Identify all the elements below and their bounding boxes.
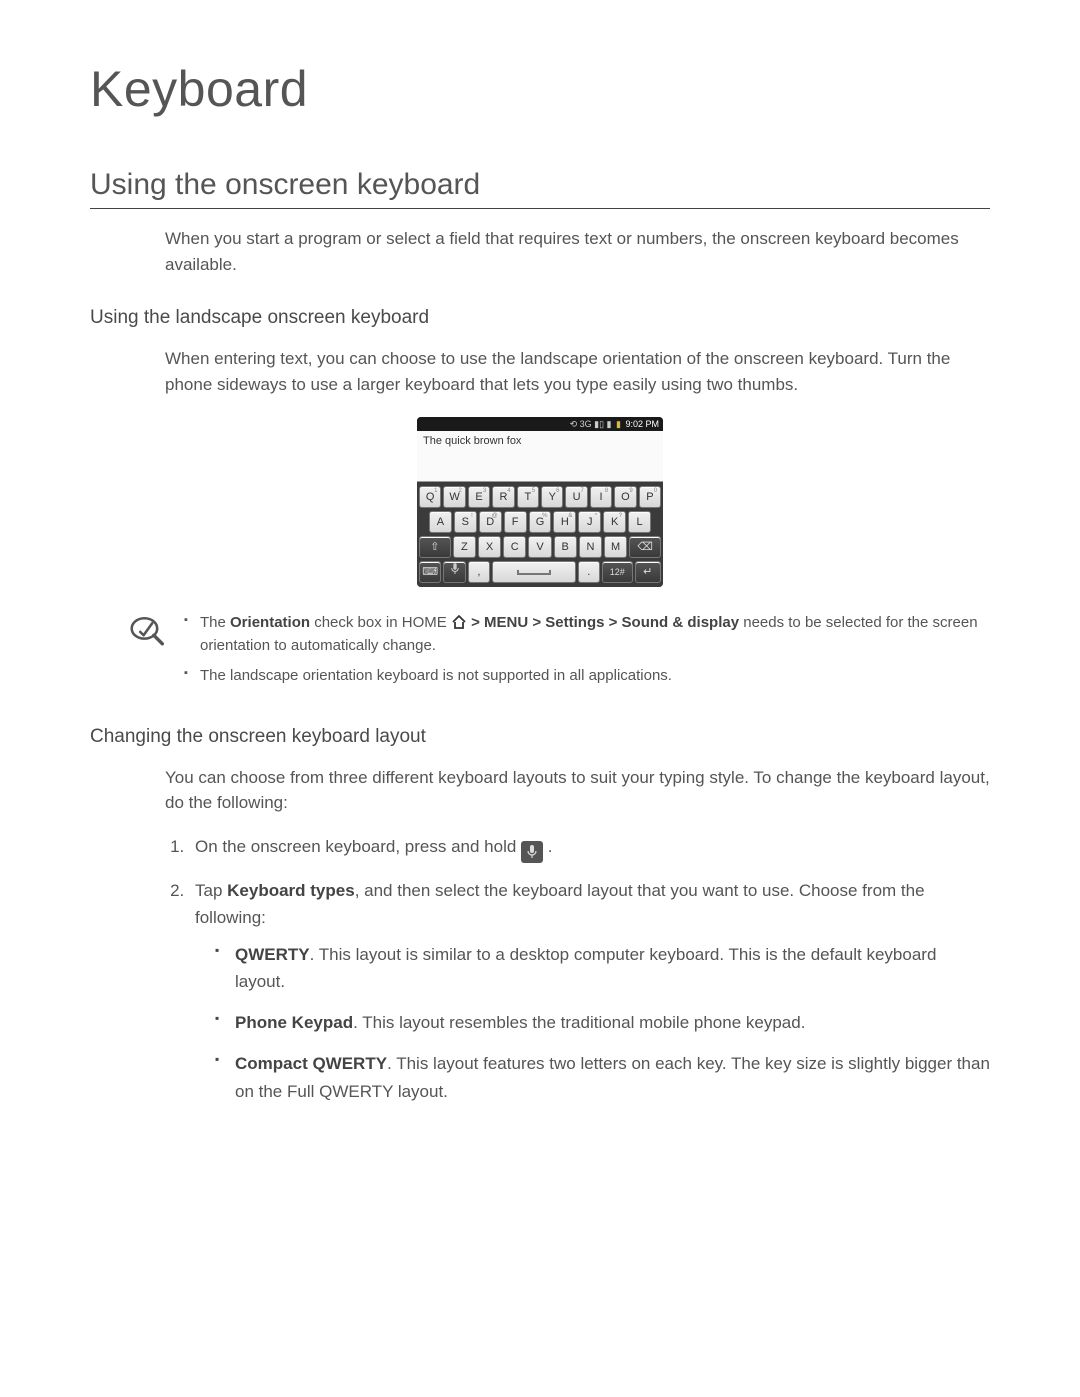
- key-z: Z: [453, 536, 476, 558]
- layout-intro: You can choose from three different keyb…: [165, 765, 990, 816]
- key-period: .: [578, 561, 600, 583]
- keyboard: 1Q 2W 3E 4R 5T 6Y 7U 8I 9O 0P A !S @D F: [417, 482, 663, 587]
- status-time: 9:02 PM: [625, 419, 659, 429]
- key-enter: ↵: [635, 561, 661, 583]
- key-w: 2W: [443, 486, 465, 508]
- key-row-3: ⇧ Z X C V B N M ⌫: [418, 535, 662, 559]
- key-l: L: [628, 511, 651, 533]
- status-bar: ⟲ 3G ▮▯ ▮ ▮ 9:02 PM: [417, 417, 663, 431]
- note-item-2: The landscape orientation keyboard is no…: [184, 665, 990, 688]
- key-row-1: 1Q 2W 3E 4R 5T 6Y 7U 8I 9O 0P: [418, 485, 662, 509]
- page-title: Keyboard: [90, 60, 990, 118]
- key-e: 3E: [468, 486, 490, 508]
- layout-opt-qwerty: QWERTY. This layout is similar to a desk…: [215, 941, 990, 995]
- phone-frame: ⟲ 3G ▮▯ ▮ ▮ 9:02 PM The quick brown fox …: [417, 417, 663, 587]
- key-o: 9O: [614, 486, 636, 508]
- layout-opt-phone: Phone Keypad. This layout resembles the …: [215, 1009, 990, 1036]
- key-a: A: [429, 511, 452, 533]
- screenshot-figure: ⟲ 3G ▮▯ ▮ ▮ 9:02 PM The quick brown fox …: [90, 417, 990, 592]
- key-r: 4R: [492, 486, 514, 508]
- key-row-4: ⌨ , . 12# ↵: [418, 560, 662, 584]
- key-ime: ⌨: [419, 561, 441, 583]
- note-block: The Orientation check box in HOME > MENU…: [130, 612, 990, 696]
- key-m: M: [604, 536, 627, 558]
- key-space: [492, 561, 576, 583]
- key-v: V: [528, 536, 551, 558]
- key-d: @D: [479, 511, 502, 533]
- key-comma: ,: [468, 561, 490, 583]
- key-c: C: [503, 536, 526, 558]
- steps-list: On the onscreen keyboard, press and hold…: [165, 833, 990, 1105]
- text-field: The quick brown fox: [417, 431, 663, 482]
- key-q: 1Q: [419, 486, 441, 508]
- battery-icon: ▮: [616, 419, 621, 429]
- key-backspace: ⌫: [629, 536, 661, 558]
- key-x: X: [478, 536, 501, 558]
- key-n: N: [579, 536, 602, 558]
- key-f: F: [504, 511, 527, 533]
- intro-text: When you start a program or select a fie…: [165, 226, 990, 277]
- key-p: 0P: [639, 486, 661, 508]
- key-i: 8I: [590, 486, 612, 508]
- key-g: %G: [529, 511, 552, 533]
- layout-options: QWERTY. This layout is similar to a desk…: [215, 941, 990, 1105]
- mic-key-icon: [521, 841, 543, 863]
- key-k: ?K: [603, 511, 626, 533]
- key-mic: [443, 561, 465, 583]
- key-t: 5T: [517, 486, 539, 508]
- layout-opt-compact: Compact QWERTY. This layout features two…: [215, 1050, 990, 1104]
- step-1: On the onscreen keyboard, press and hold…: [189, 833, 990, 863]
- note-item-1: The Orientation check box in HOME > MENU…: [184, 612, 990, 657]
- key-j: *J: [578, 511, 601, 533]
- landscape-body: When entering text, you can choose to us…: [165, 346, 990, 397]
- step-2: Tap Keyboard types, and then select the …: [189, 877, 990, 1105]
- status-icons: ⟲ 3G ▮▯ ▮: [570, 419, 612, 429]
- key-b: B: [554, 536, 577, 558]
- section-heading: Using the onscreen keyboard: [90, 168, 990, 209]
- key-u: 7U: [565, 486, 587, 508]
- key-numeric: 12#: [602, 561, 633, 583]
- key-shift: ⇧: [419, 536, 451, 558]
- key-y: 6Y: [541, 486, 563, 508]
- key-row-2: A !S @D F %G &H *J ?K L: [418, 510, 662, 534]
- subheading-layout: Changing the onscreen keyboard layout: [90, 726, 990, 748]
- home-icon: [451, 614, 467, 630]
- key-s: !S: [454, 511, 477, 533]
- page: Keyboard Using the onscreen keyboard Whe…: [0, 0, 1080, 1219]
- spacebar-icon: [517, 570, 551, 575]
- tip-icon: [130, 616, 164, 651]
- subheading-landscape: Using the landscape onscreen keyboard: [90, 307, 990, 329]
- key-h: &H: [553, 511, 576, 533]
- note-list: The Orientation check box in HOME > MENU…: [184, 612, 990, 696]
